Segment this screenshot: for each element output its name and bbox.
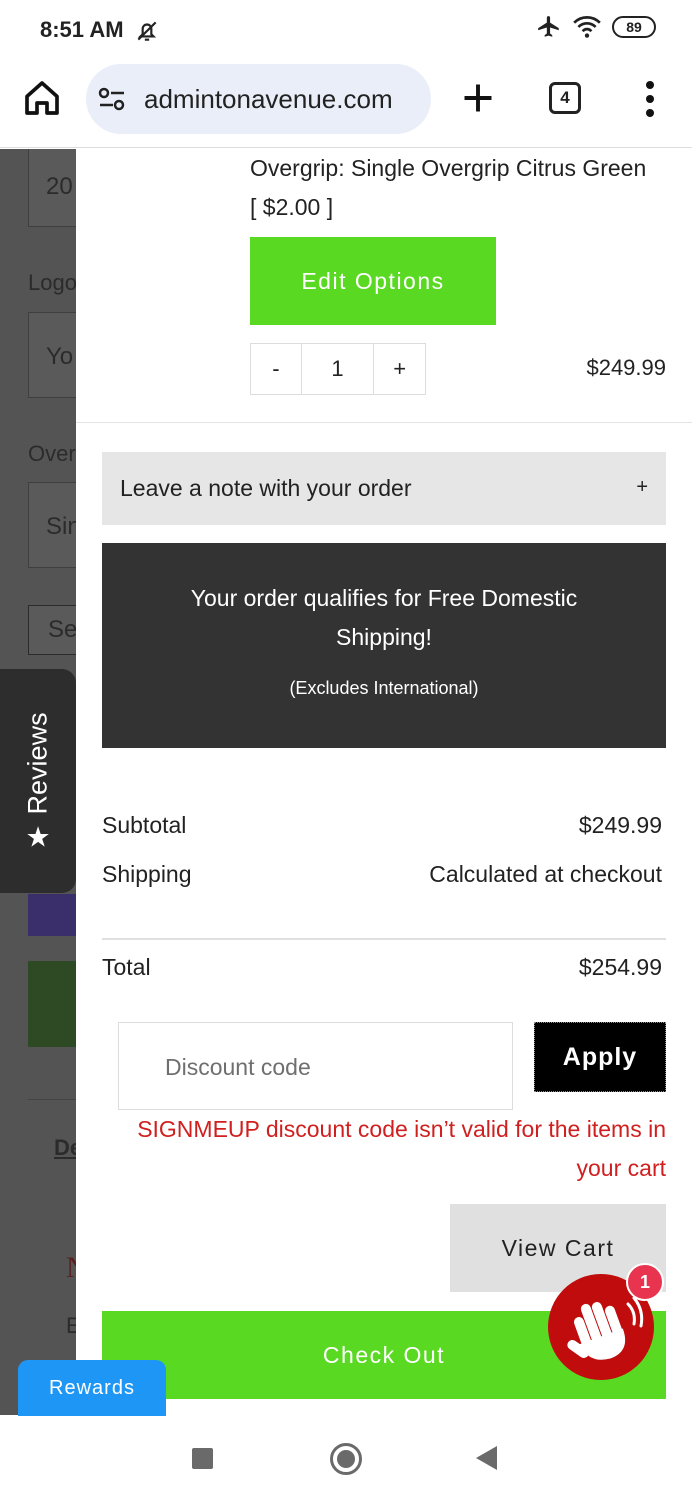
site-settings-icon[interactable]: [98, 86, 126, 112]
apply-discount-button[interactable]: Apply: [534, 1022, 666, 1092]
back-icon[interactable]: [476, 1446, 497, 1470]
free-shipping-message: Your order qualifies for Free Domestic S…: [190, 585, 578, 650]
qty-decrease-button[interactable]: -: [251, 344, 302, 394]
divider: [76, 422, 692, 423]
home-nav-icon[interactable]: [330, 1443, 362, 1475]
order-note-toggle[interactable]: Leave a note with your order +: [102, 452, 666, 525]
bg-select-text: Se: [48, 616, 76, 643]
system-nav-bar: [0, 1416, 692, 1500]
quantity-stepper: - 1 +: [250, 343, 426, 395]
discount-code-input[interactable]: Discount code: [118, 1022, 513, 1110]
bg-purple-button: [28, 894, 76, 936]
bg-link-partial: De: [54, 1135, 76, 1160]
qty-increase-button[interactable]: +: [374, 344, 425, 394]
free-shipping-note: (Excludes International): [289, 678, 479, 698]
cart-drawer: Overgrip: Single Overgrip Citrus Green […: [76, 149, 692, 1415]
airplane-icon: [538, 16, 559, 37]
shipping-value: Calculated at checkout: [429, 861, 662, 887]
total-value: $254.99: [578, 954, 662, 980]
order-note-label: Leave a note with your order: [120, 475, 412, 501]
url-text: admintonavenue.com: [144, 84, 393, 114]
discount-code-placeholder: Discount code: [165, 1054, 311, 1080]
wifi-icon: [573, 16, 601, 38]
cart-item-options: Overgrip: Single Overgrip Citrus Green […: [250, 155, 647, 220]
reviews-label: Reviews: [22, 712, 53, 815]
rewards-button[interactable]: Rewards: [18, 1360, 166, 1416]
plus-icon: +: [636, 476, 648, 498]
total-label: Total: [102, 954, 151, 980]
bg-field-logo-text: Yo: [46, 343, 74, 370]
bg-label-logo: Logo: [28, 270, 76, 295]
subtotal-value: $249.99: [578, 812, 662, 838]
new-tab-icon[interactable]: [460, 80, 496, 116]
qty-input[interactable]: 1: [302, 344, 375, 394]
bg-red-text-partial: N: [66, 1251, 76, 1285]
status-time: 8:51 AM: [40, 17, 124, 42]
free-shipping-banner: Your order qualifies for Free Domestic S…: [102, 543, 666, 748]
battery-icon: 89: [612, 16, 656, 38]
tab-switcher-button[interactable]: 4: [549, 82, 581, 114]
line-item-price: $249.99: [586, 355, 666, 380]
bell-off-icon: [137, 21, 157, 41]
recents-icon[interactable]: [192, 1448, 213, 1469]
bg-field-year-text: 20: [46, 173, 73, 200]
home-icon[interactable]: [22, 78, 62, 118]
bg-label-overgrip: Over: [28, 441, 76, 466]
shipping-row: Shipping Calculated at checkout: [102, 861, 662, 888]
overflow-menu-icon[interactable]: [640, 80, 660, 118]
star-icon: ★: [25, 821, 51, 853]
browser-toolbar: admintonavenue.com 4: [0, 62, 692, 148]
divider: [102, 938, 666, 940]
status-bar: 8:51 AM 89: [0, 0, 692, 62]
address-bar[interactable]: admintonavenue.com: [86, 64, 431, 134]
notification-badge: 1: [626, 1263, 664, 1301]
total-row: Total $254.99: [102, 954, 662, 981]
bg-divider: [28, 1099, 76, 1100]
edit-options-button[interactable]: Edit Options: [250, 237, 496, 325]
shipping-label: Shipping: [102, 861, 192, 887]
bg-text-partial: E: [66, 1313, 76, 1338]
subtotal-label: Subtotal: [102, 812, 187, 838]
bg-field-overgrip-text: Sin: [46, 513, 76, 540]
reviews-tab[interactable]: ★ Reviews: [0, 669, 76, 893]
status-icons: 89: [536, 14, 656, 40]
discount-error-message: SIGNMEUP discount code isn’t valid for t…: [137, 1116, 666, 1181]
subtotal-row: Subtotal $249.99: [102, 812, 662, 839]
bg-green-button: [28, 961, 76, 1047]
